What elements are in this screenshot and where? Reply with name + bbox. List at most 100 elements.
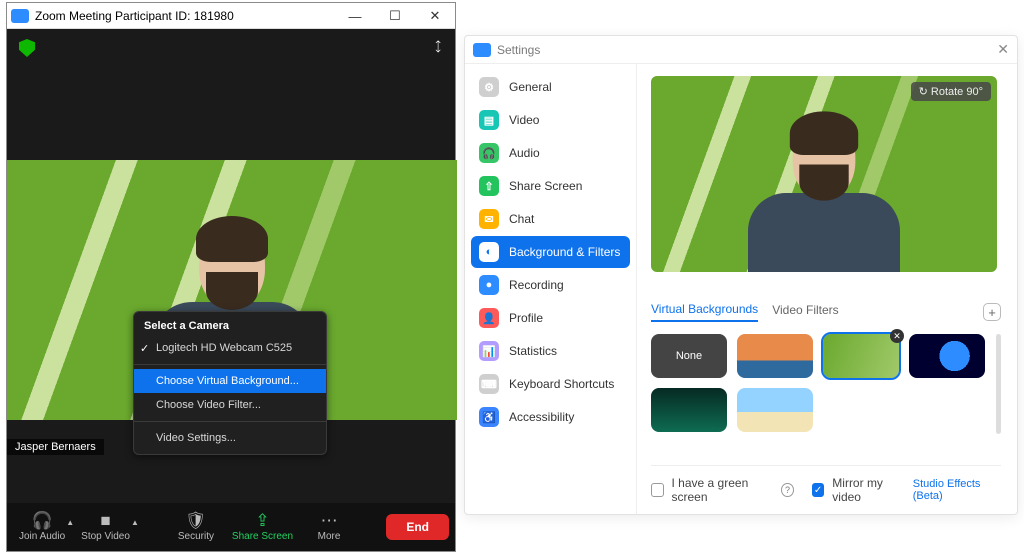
background-thumbnails: None [651,334,1001,432]
person-silhouette [767,117,881,272]
rotate-label: Rotate 90° [931,86,983,98]
share-screen-label: Share Screen [232,531,293,542]
studio-effects-link[interactable]: Studio Effects (Beta) [913,478,1001,502]
sidebar-item-profile[interactable]: 👤 Profile [471,302,630,334]
window-title: Zoom Meeting Participant ID: 181980 [35,9,234,23]
window-controls: ― ☐ ✕ [335,3,455,29]
green-screen-checkbox[interactable] [651,483,664,497]
sidebar-item-label: Audio [509,146,540,160]
green-screen-label: I have a green screen [672,476,774,504]
zoom-icon [473,43,491,57]
bg-thumb-earth[interactable] [909,334,985,378]
bg-thumb-beach[interactable] [737,388,813,432]
share-screen-icon: ⇪ [255,512,269,529]
join-audio-label: Join Audio [19,531,65,542]
accessibility-icon: ♿ [479,407,499,427]
bg-thumb-aurora[interactable] [651,388,727,432]
settings-panel: ↻ Rotate 90° Virtual Backgrounds Video F… [637,64,1017,514]
encryption-shield-icon[interactable] [19,39,35,57]
end-button[interactable]: End [386,514,449,540]
close-icon[interactable]: ✕ [997,41,1009,58]
help-icon[interactable]: ? [781,483,794,497]
bg-thumb-none[interactable]: None [651,334,727,378]
sidebar-item-statistics[interactable]: 📊 Statistics [471,335,630,367]
bg-thumb-grass[interactable] [823,334,899,378]
tab-virtual-backgrounds[interactable]: Virtual Backgrounds [651,302,758,322]
settings-title: Settings [497,43,540,57]
stats-icon: 📊 [479,341,499,361]
mirror-video-checkbox[interactable]: ✓ [812,483,825,497]
sidebar-item-label: Recording [509,278,564,292]
add-background-button[interactable]: + [983,303,1001,321]
sidebar-item-label: Statistics [509,344,557,358]
sidebar-item-label: Accessibility [509,410,574,424]
shield-icon: 🛡 [185,512,207,529]
sidebar-item-recording[interactable]: ● Recording [471,269,630,301]
keyboard-icon: ⌨ [479,374,499,394]
video-settings[interactable]: Video Settings... [134,426,326,450]
thumb-scrollbar[interactable] [996,334,1001,434]
sidebar-item-label: Video [509,113,539,127]
mirror-video-label: Mirror my video [832,476,904,504]
minimize-button[interactable]: ― [335,3,375,29]
audio-icon: 🎧 [479,143,499,163]
sidebar-item-label: Background & Filters [509,245,620,259]
tab-video-filters[interactable]: Video Filters [772,303,838,321]
share-screen-button[interactable]: ⇪ Share Screen [226,508,299,546]
camera-menu: Select a Camera Logitech HD Webcam C525 … [133,311,327,455]
security-label: Security [178,531,214,542]
choose-virtual-background[interactable]: Choose Virtual Background... [134,369,326,393]
headphones-icon: 🎧 [31,512,52,529]
close-button[interactable]: ✕ [415,3,455,29]
fullscreen-icon[interactable]: ⤡ [429,38,446,55]
share-icon: ⇧ [479,176,499,196]
rotate-button[interactable]: ↻ Rotate 90° [911,82,991,101]
chevron-up-icon[interactable]: ▲ [131,518,139,527]
more-label: More [318,531,341,542]
chevron-up-icon[interactable]: ▲ [66,518,74,527]
settings-window: Settings ✕ ⚙ General ▤ Video 🎧 Audio ⇧ Share… [464,35,1018,515]
video-preview: ↻ Rotate 90° [651,76,997,272]
maximize-button[interactable]: ☐ [375,3,415,29]
thumb-label: None [676,350,702,362]
background-icon: ◐ [479,242,499,262]
sidebar-item-video[interactable]: ▤ Video [471,104,630,136]
security-button[interactable]: 🛡 Security [170,508,222,546]
choose-video-filter[interactable]: Choose Video Filter... [134,393,326,417]
stop-video-button[interactable]: ■ Stop Video ▲ [75,508,136,546]
sidebar-item-background[interactable]: ◐ Background & Filters [471,236,630,268]
meeting-toolbar: 🎧 Join Audio ▲ ■ Stop Video ▲ 🛡 Security… [7,503,455,551]
sidebar-item-general[interactable]: ⚙ General [471,71,630,103]
sidebar-item-share[interactable]: ⇧ Share Screen [471,170,630,202]
more-button[interactable]: ⋯ More [303,508,355,546]
filter-tabs: Virtual Backgrounds Video Filters + [651,302,1001,322]
profile-icon: 👤 [479,308,499,328]
stop-video-label: Stop Video [81,531,130,542]
sidebar-item-accessibility[interactable]: ♿ Accessibility [471,401,630,433]
titlebar: Zoom Meeting Participant ID: 181980 ― ☐ … [7,3,455,29]
sidebar-item-shortcuts[interactable]: ⌨ Keyboard Shortcuts [471,368,630,400]
camera-menu-header: Select a Camera [134,316,326,336]
participant-name-label: Jasper Bernaers [7,439,104,455]
video-icon: ■ [100,512,110,529]
meeting-body: ⤡ Jasper Bernaers Select a Camera Logite… [7,29,455,503]
video-icon: ▤ [479,110,499,130]
chat-icon: ✉ [479,209,499,229]
sidebar-item-label: Profile [509,311,543,325]
panel-footer: I have a green screen ? ✓ Mirror my vide… [651,465,1001,504]
zoom-meeting-window: Zoom Meeting Participant ID: 181980 ― ☐ … [6,2,456,552]
record-icon: ● [479,275,499,295]
sidebar-item-audio[interactable]: 🎧 Audio [471,137,630,169]
bg-thumb-bridge[interactable] [737,334,813,378]
sidebar-item-chat[interactable]: ✉ Chat [471,203,630,235]
sidebar-item-label: Keyboard Shortcuts [509,377,614,391]
camera-option[interactable]: Logitech HD Webcam C525 [134,336,326,360]
sidebar-item-label: General [509,80,552,94]
sidebar-item-label: Share Screen [509,179,582,193]
more-icon: ⋯ [321,512,338,529]
gear-icon: ⚙ [479,77,499,97]
sidebar-item-label: Chat [509,212,534,226]
settings-titlebar: Settings ✕ [465,36,1017,64]
join-audio-button[interactable]: 🎧 Join Audio ▲ [13,508,71,546]
zoom-icon [11,9,29,23]
